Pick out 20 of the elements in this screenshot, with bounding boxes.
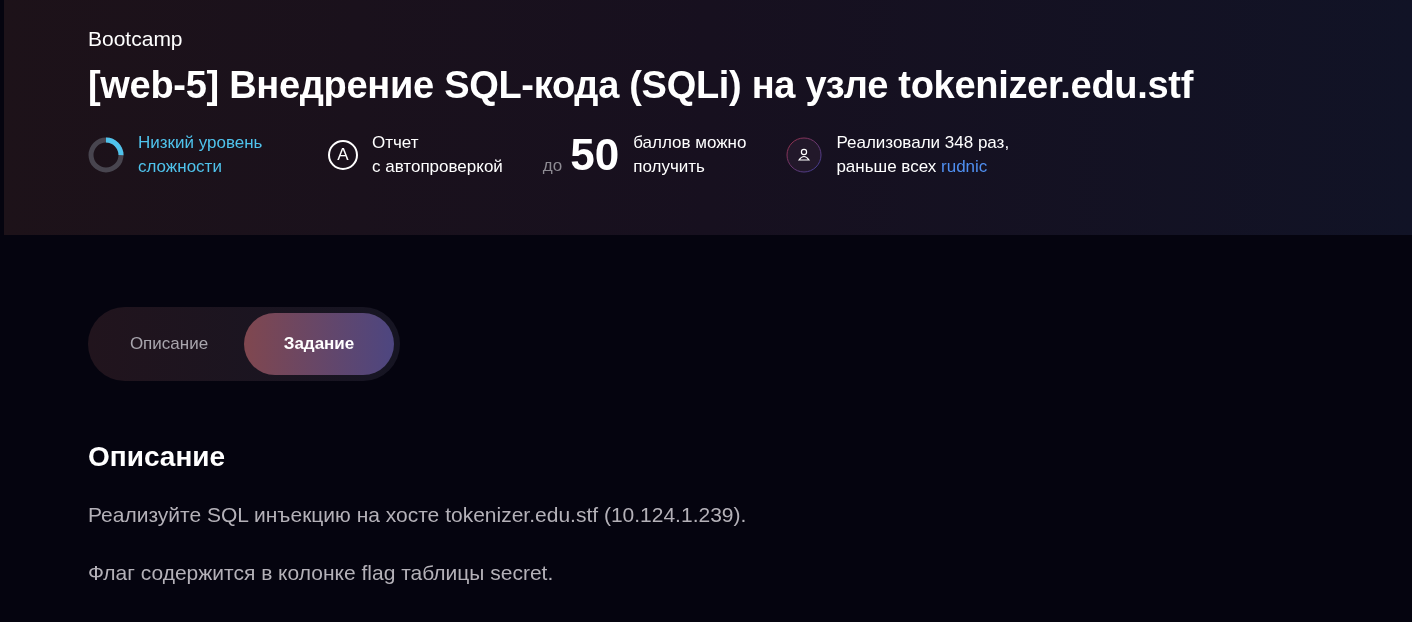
tab[interactable]: Задание <box>244 313 394 375</box>
difficulty-label: Низкий уровень сложности <box>138 132 264 178</box>
completions-text: Реализовали 348 раз, <box>836 133 1010 152</box>
user-icon <box>786 137 823 173</box>
category-label: Bootcamp <box>88 26 184 52</box>
completions-text: раньше всех <box>836 157 937 176</box>
user-link[interactable]: rudnic <box>941 157 988 176</box>
report-label: Отчет <box>372 133 419 152</box>
paragraph: Флаг содержится в колонке flag таблицы secret. <box>88 560 555 586</box>
points-label: баллов можно <box>633 133 747 152</box>
points-label: получить <box>633 157 705 176</box>
auto-check-icon: A <box>328 140 358 170</box>
difficulty-ring-icon <box>88 137 124 173</box>
paragraph: Реализуйте SQL инъекцию на хосте tokenizer.edu.stf (10.124.1.239). <box>88 502 748 528</box>
tab[interactable]: Описание <box>94 313 244 375</box>
points-prefix: до <box>542 156 563 176</box>
section-heading: Описание <box>88 440 227 474</box>
points-value: 50 <box>570 130 620 180</box>
page-title: [web-5] Внедрение SQL-кода (SQLi) на узле tokenizer.edu.stf <box>88 63 1195 108</box>
report-label: с автопроверкой <box>372 157 503 176</box>
